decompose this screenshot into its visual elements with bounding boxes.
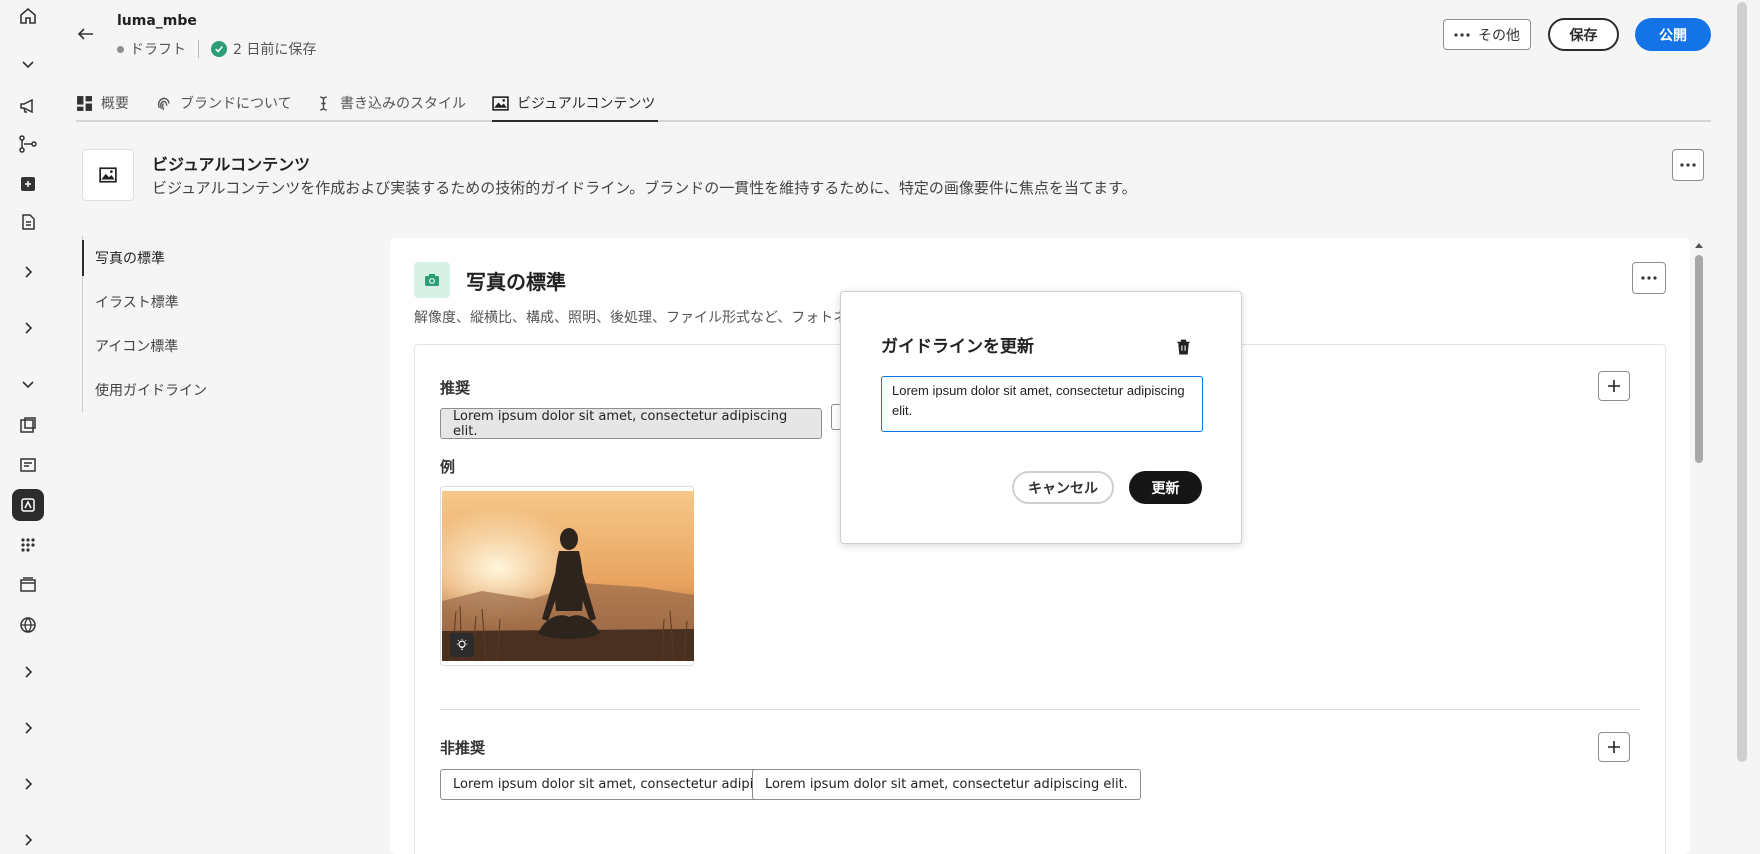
status-saved: 2 日前に保存 [233, 42, 317, 58]
arrow-left-icon [77, 28, 93, 40]
chevron-right-icon[interactable] [12, 712, 44, 744]
apps-icon[interactable] [12, 529, 44, 561]
chevron-right-icon[interactable] [12, 256, 44, 288]
subnav-item-icon-standards[interactable]: アイコン標準 [83, 324, 282, 368]
popover-title: ガイドラインを更新 [881, 337, 1034, 357]
globe-icon[interactable] [12, 609, 44, 641]
section-more-button[interactable] [1672, 149, 1704, 181]
plus-icon [1608, 380, 1620, 392]
panel-description: 解像度、縦横比、構成、照明、後処理、ファイル形式など、フォトネ [414, 310, 848, 326]
ellipsis-icon [1454, 32, 1470, 37]
update-button[interactable]: 更新 [1129, 471, 1202, 504]
example-image-card[interactable] [440, 486, 694, 666]
tab-bar: 概要 ブランドについて 書き込みのスタイル ビジュアルコンテンツ [76, 84, 1711, 122]
lightbulb-icon[interactable] [450, 633, 474, 657]
home-icon[interactable] [12, 0, 44, 32]
tab-label: ブランドについて [180, 96, 292, 112]
back-button[interactable] [72, 20, 100, 48]
fingerprint-icon [157, 97, 170, 110]
chevron-right-icon[interactable] [12, 824, 44, 854]
chevron-down-icon[interactable] [12, 368, 44, 400]
left-rail [0, 0, 56, 854]
image-icon [492, 95, 509, 111]
example-label: 例 [440, 458, 456, 476]
channels-icon[interactable] [12, 569, 44, 601]
chevron-right-icon[interactable] [12, 768, 44, 800]
plus-icon [1608, 741, 1620, 753]
camera-icon [414, 262, 450, 298]
divider [198, 40, 199, 58]
status-bar: ドラフト 2 日前に保存 [117, 39, 316, 59]
add-recommended-button[interactable] [1598, 371, 1630, 401]
panel-more-button[interactable] [1632, 262, 1666, 294]
draft-dot-icon [117, 45, 124, 53]
document-icon[interactable] [12, 206, 44, 238]
divider [440, 709, 1640, 710]
more-button[interactable]: その他 [1443, 19, 1531, 50]
save-button[interactable]: 保存 [1548, 18, 1619, 51]
subnav-item-usage-guidelines[interactable]: 使用ガイドライン [83, 368, 282, 412]
chevron-down-icon[interactable] [12, 48, 44, 80]
tab-overview[interactable]: 概要 [76, 88, 129, 118]
subnav-item-illustration-standards[interactable]: イラスト標準 [83, 280, 282, 324]
add-not-recommended-button[interactable] [1598, 732, 1630, 762]
chevron-right-icon[interactable] [12, 656, 44, 688]
text-cursor-icon [320, 95, 327, 111]
section-description: ビジュアルコンテンツを作成および実装するための技術的ガイドライン。ブランドの一貫… [152, 179, 1137, 197]
tab-label: ビジュアルコンテンツ [517, 96, 656, 112]
page-title: luma_mbe [117, 13, 197, 29]
panel-title: 写真の標準 [466, 270, 566, 294]
tab-label: 概要 [101, 96, 129, 112]
content-icon[interactable] [12, 409, 44, 441]
brand-icon[interactable] [12, 489, 44, 521]
journey-icon[interactable] [12, 128, 44, 160]
example-image-meditation [442, 491, 694, 661]
more-label: その他 [1478, 27, 1520, 44]
check-circle-icon [211, 41, 227, 57]
update-guideline-popover: ガイドラインを更新 Lorem ipsum dolor sit amet, co… [840, 291, 1242, 544]
ellipsis-icon [1680, 163, 1696, 167]
recommended-label: 推奨 [440, 379, 471, 397]
tab-about-brand[interactable]: ブランドについて [155, 88, 292, 118]
cancel-button[interactable]: キャンセル [1012, 471, 1114, 504]
tab-visual-content[interactable]: ビジュアルコンテンツ [492, 88, 655, 118]
not-recommended-guideline-chip[interactable]: Lorem ipsum dolor sit amet, consectetur … [752, 769, 1141, 800]
active-tab-indicator [492, 120, 658, 122]
scroll-up-icon[interactable] [1693, 240, 1705, 250]
subnav-item-photo-standards[interactable]: 写真の標準 [82, 236, 282, 280]
page-scrollbar-thumb[interactable] [1737, 2, 1747, 762]
ellipsis-icon [1641, 276, 1657, 280]
tab-writing-style[interactable]: 書き込みのスタイル [315, 88, 466, 118]
trash-icon[interactable] [1173, 336, 1193, 356]
chevron-right-icon[interactable] [12, 312, 44, 344]
fragments-icon[interactable] [12, 449, 44, 481]
section-icon-box [82, 149, 134, 201]
panel-scrollbar-thumb[interactable] [1695, 255, 1703, 463]
publish-button[interactable]: 公開 [1635, 18, 1711, 51]
section-subnav: 写真の標準 イラスト標準 アイコン標準 使用ガイドライン [82, 236, 282, 412]
guideline-text-input[interactable]: Lorem ipsum dolor sit amet, consectetur … [881, 376, 1203, 432]
megaphone-icon[interactable] [12, 90, 44, 122]
dashboard-icon [77, 95, 92, 111]
decisioning-icon[interactable] [12, 168, 44, 200]
not-recommended-label: 非推奨 [440, 739, 486, 757]
tab-label: 書き込みのスタイル [340, 96, 466, 112]
recommended-guideline-chip[interactable]: Lorem ipsum dolor sit amet, consectetur … [440, 408, 822, 439]
section-title: ビジュアルコンテンツ [152, 155, 311, 174]
image-icon [99, 167, 117, 183]
status-draft: ドラフト [130, 42, 186, 58]
